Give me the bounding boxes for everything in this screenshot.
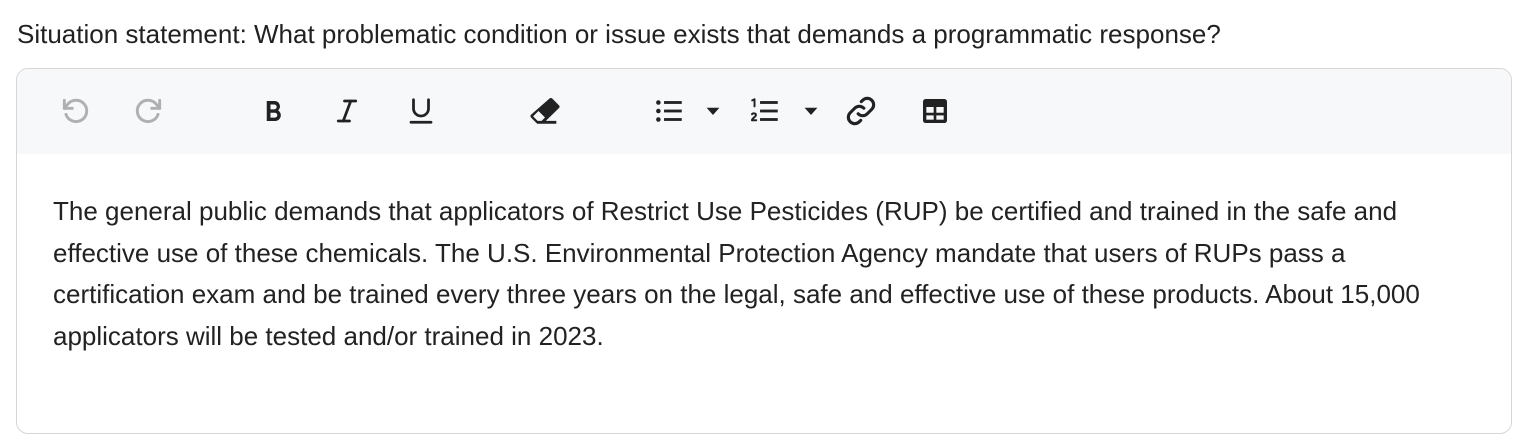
italic-icon (336, 99, 358, 123)
numbered-list-button[interactable] (745, 89, 785, 133)
numbered-list-dropdown[interactable] (797, 89, 825, 133)
eraser-icon (530, 98, 560, 124)
bold-icon (266, 100, 281, 121)
italic-button[interactable] (327, 89, 367, 133)
link-button[interactable] (841, 89, 881, 133)
caret-down-icon (804, 107, 818, 115)
rich-text-editor: The general public demands that applicat… (16, 68, 1512, 434)
link-icon (846, 96, 876, 126)
undo-icon (62, 98, 89, 124)
clear-formatting-button[interactable] (525, 89, 565, 133)
table-icon (923, 99, 947, 123)
bullet-list-icon (656, 100, 682, 122)
bullet-list-dropdown[interactable] (699, 89, 727, 133)
editor-content-area[interactable]: The general public demands that applicat… (53, 191, 1483, 357)
redo-icon (135, 98, 162, 124)
bullet-list-button[interactable] (649, 89, 689, 133)
undo-button[interactable] (55, 89, 95, 133)
underline-button[interactable] (401, 89, 441, 133)
table-button[interactable] (915, 89, 955, 133)
editor-toolbar (17, 69, 1511, 154)
numbered-list-icon (750, 98, 778, 122)
question-label: Situation statement: What problematic co… (17, 19, 1221, 49)
redo-button[interactable] (129, 89, 169, 133)
bold-button[interactable] (253, 89, 293, 133)
caret-down-icon (706, 107, 720, 115)
underline-icon (409, 98, 433, 124)
